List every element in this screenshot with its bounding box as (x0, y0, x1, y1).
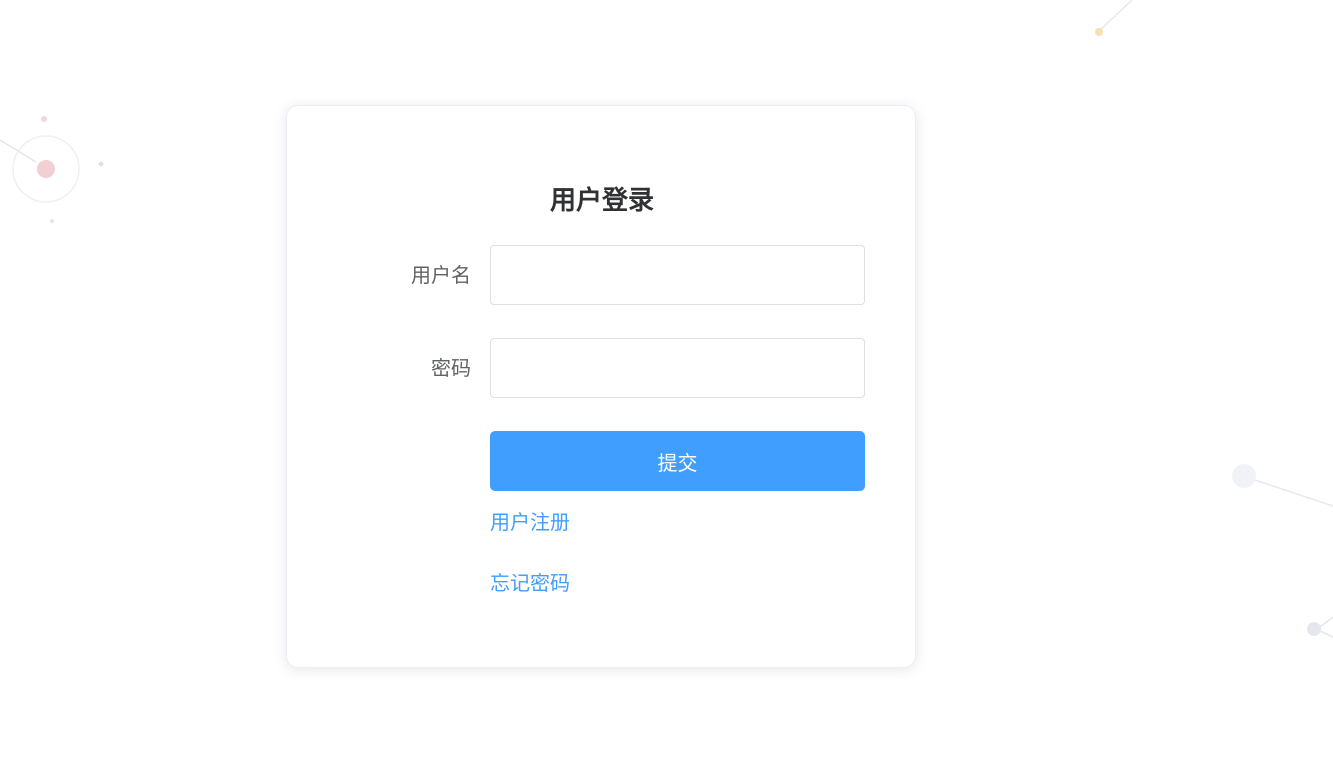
forgot-password-link[interactable]: 忘记密码 (490, 569, 570, 597)
particle-link (0, 139, 37, 163)
particle-dot (98, 161, 104, 167)
particle-dot (1307, 622, 1321, 636)
particle-dot (41, 116, 47, 122)
particle-link (1254, 479, 1333, 507)
submit-button[interactable]: 提交 (490, 431, 865, 491)
particle-dot (1095, 28, 1103, 36)
particle-dot (37, 160, 55, 178)
login-title: 用户登录 (549, 186, 654, 216)
particle-link (1098, 0, 1133, 32)
password-input[interactable] (490, 338, 865, 398)
particle-dot (1232, 464, 1256, 488)
login-card: 用户登录 用户名 密码 提交 用户注册 忘记密码 (286, 105, 916, 668)
register-link[interactable]: 用户注册 (490, 508, 570, 536)
login-page: 用户登录 用户名 密码 提交 用户注册 忘记密码 (0, 0, 1333, 760)
particle-link (1319, 630, 1333, 638)
username-input[interactable] (490, 245, 865, 305)
particle-dot (50, 219, 54, 223)
username-label: 用户名 (411, 263, 471, 287)
password-label: 密码 (431, 356, 471, 380)
particle-ring (12, 135, 80, 203)
particle-link (1319, 616, 1333, 628)
